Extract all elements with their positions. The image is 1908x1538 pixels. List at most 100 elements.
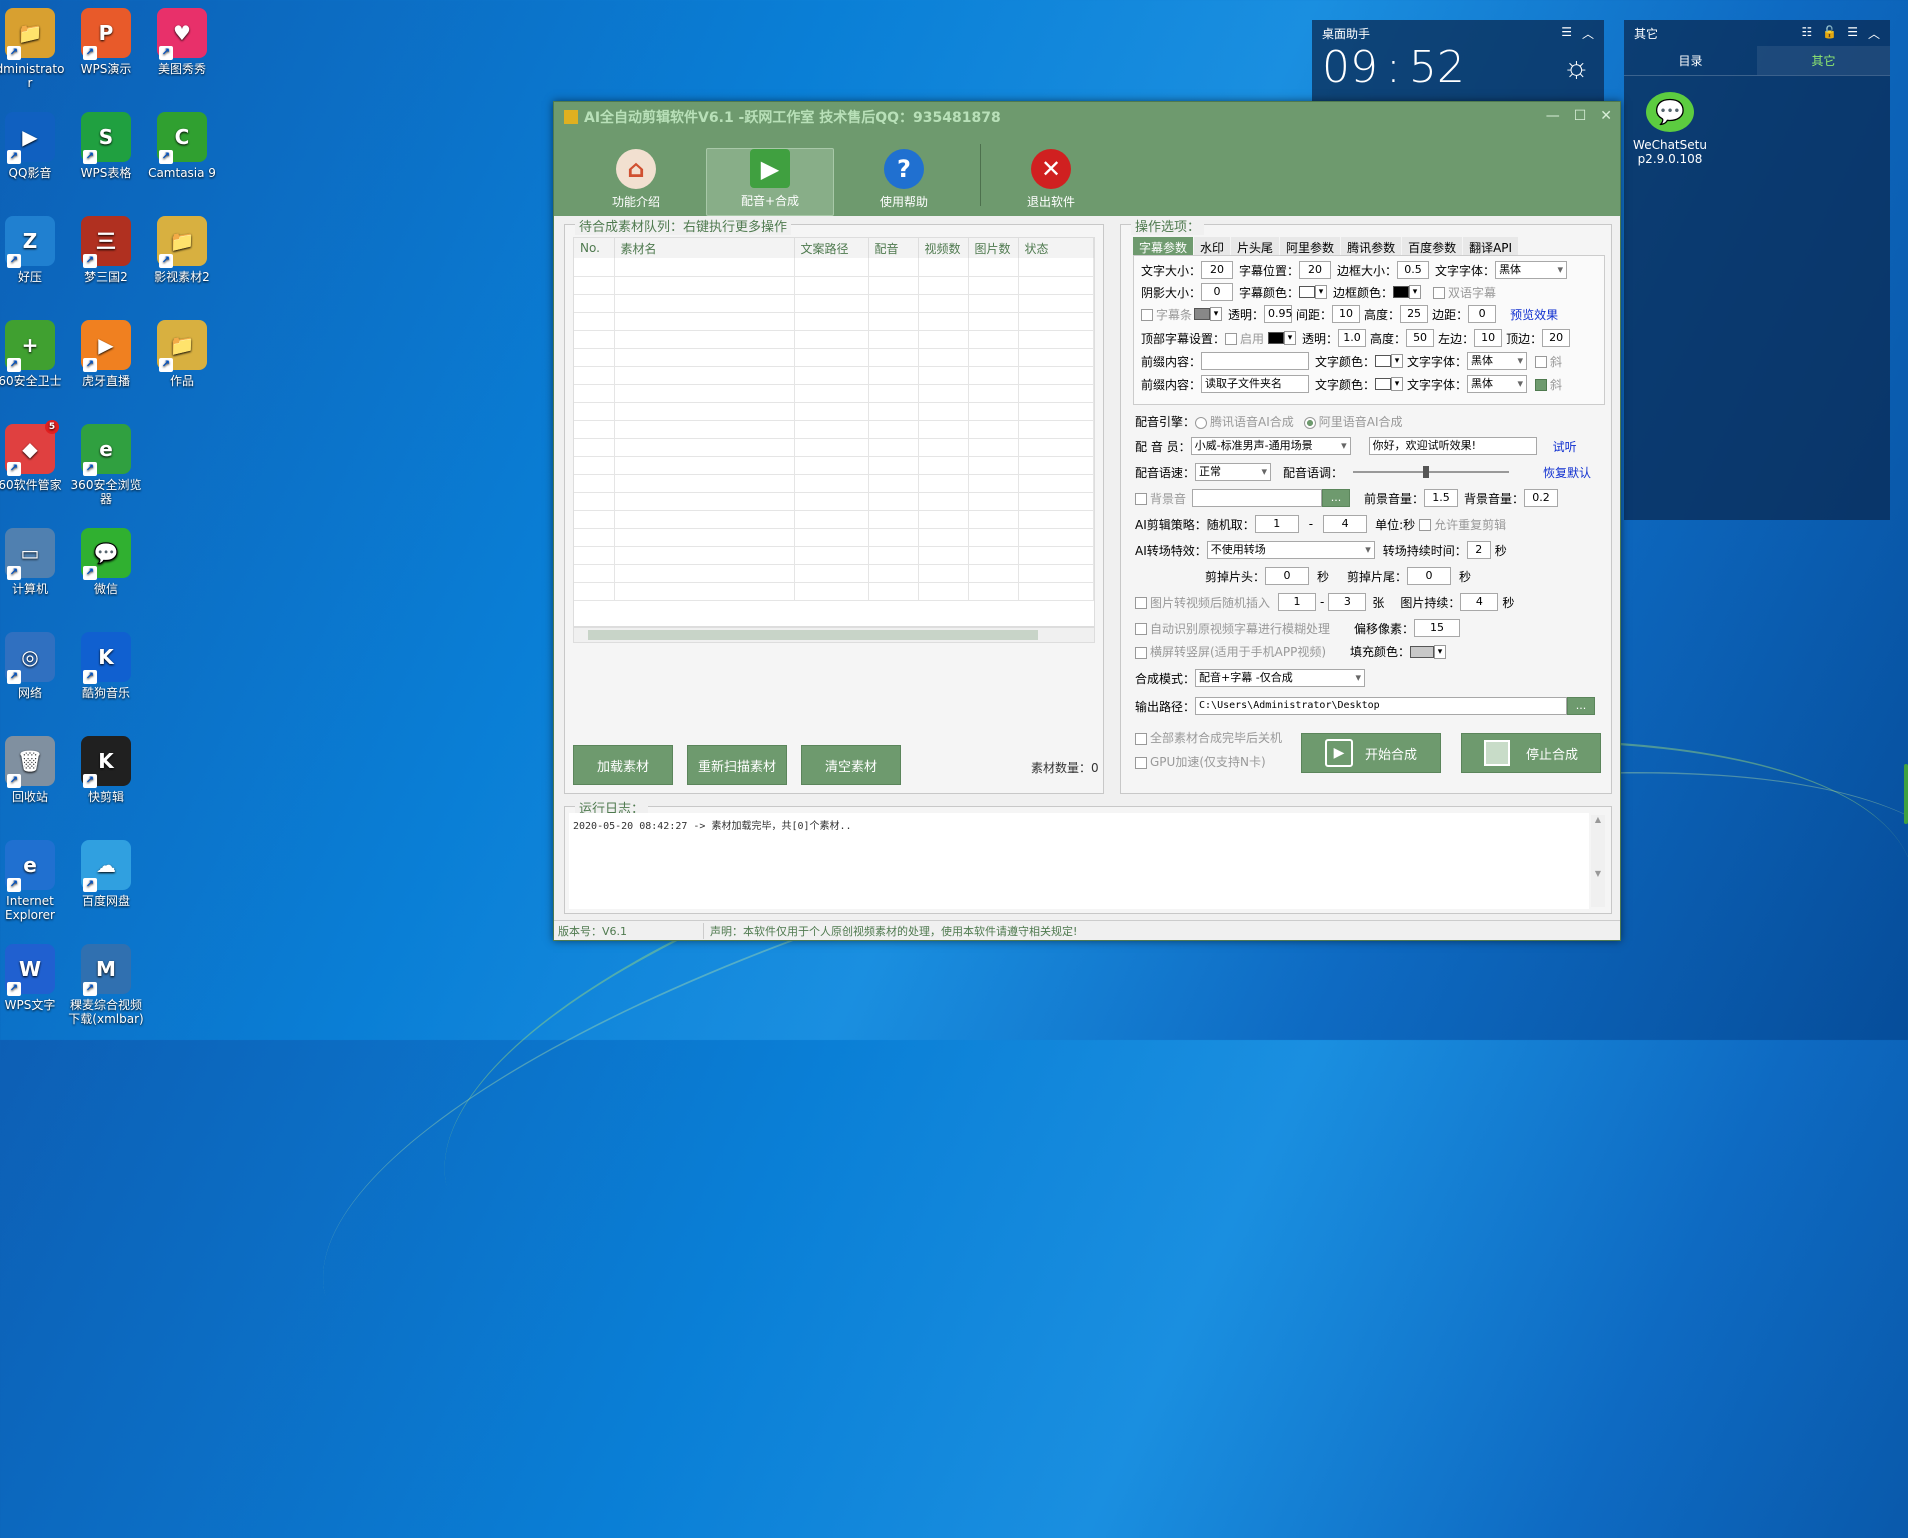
margin-input[interactable]: 0 — [1468, 305, 1497, 323]
allow-repeat-checkbox[interactable]: 允许重复剪辑 — [1419, 516, 1506, 533]
image-duration-input[interactable]: 4 — [1460, 593, 1499, 611]
italic-checkbox[interactable]: 斜 — [1535, 353, 1562, 370]
desktop-icon[interactable]: + ↗ 60安全卫士 — [0, 316, 70, 388]
rescan-material-button[interactable]: 重新扫描素材 — [687, 745, 787, 785]
sub-pos-input[interactable]: 20 — [1299, 261, 1332, 279]
voice-text-input[interactable]: 你好，欢迎试听效果! — [1368, 437, 1537, 455]
table-row[interactable] — [574, 564, 1094, 583]
table-row[interactable] — [574, 528, 1094, 547]
top-color-swatch[interactable] — [1268, 332, 1285, 344]
mode-select[interactable]: 配音+字幕 -仅合成 — [1195, 669, 1366, 687]
desktop-icon[interactable]: 💬 ↗ 微信 — [66, 524, 146, 596]
desktop-icon[interactable]: ◎ ↗ 网络 — [0, 628, 70, 700]
image-insert-checkbox[interactable]: 图片转视频后随机插入 — [1135, 594, 1270, 611]
blur-subtitle-checkbox[interactable]: 自动识别原视频字幕进行模糊处理 — [1135, 620, 1330, 637]
engine-ali-radio[interactable]: 阿里语音AI合成 — [1303, 413, 1403, 430]
desktop-icon[interactable]: K ↗ 快剪辑 — [66, 732, 146, 804]
voice-select[interactable]: 小威-标准男声-通用场景 — [1190, 437, 1351, 455]
desktop-icon[interactable]: ◆ ↗ 5 60软件管家 — [0, 420, 70, 492]
border-size-input[interactable]: 0.5 — [1397, 261, 1430, 279]
shadow-input[interactable]: 0 — [1201, 283, 1234, 301]
stop-compose-button[interactable]: 停止合成 — [1461, 733, 1601, 773]
gpu-checkbox[interactable]: GPU加速(仅支持N卡) — [1135, 753, 1266, 770]
bgm-browse-button[interactable]: ... — [1322, 489, 1351, 507]
subtitle-bar-checkbox[interactable]: 字幕条 — [1141, 306, 1192, 323]
chevron-down-icon[interactable]: ▾ — [1391, 377, 1404, 391]
bgm-checkbox[interactable]: 背景音 — [1135, 490, 1186, 507]
cut-tail-input[interactable]: 0 — [1407, 567, 1452, 585]
collapse-icon[interactable]: ︿ — [1582, 25, 1594, 42]
desktop-icon[interactable]: 三 ↗ 梦三国2 — [66, 212, 146, 284]
desktop-icon[interactable]: ▭ ↗ 计算机 — [0, 524, 70, 596]
gap-input[interactable]: 10 — [1332, 305, 1361, 323]
desktop-icon[interactable]: ▶ ↗ 虎牙直播 — [66, 316, 146, 388]
help-button[interactable]: ? 使用帮助 — [840, 148, 968, 216]
desktop-icon[interactable]: e ↗ 360安全浏览 器 — [66, 420, 146, 506]
table-row[interactable] — [574, 420, 1094, 439]
bgm-path-input[interactable] — [1192, 489, 1323, 507]
height-input[interactable]: 25 — [1400, 305, 1429, 323]
desktop-icon[interactable]: 📁 ↗ 影视素材2 — [142, 212, 222, 284]
transition-duration-input[interactable]: 2 — [1466, 541, 1491, 559]
font-select[interactable]: 黑体 — [1495, 261, 1568, 279]
desktop-icon[interactable]: M ↗ 稞麦综合视频 下载(xmlbar) — [66, 940, 146, 1026]
shutdown-checkbox[interactable]: 全部素材合成完毕后关机 — [1135, 729, 1282, 746]
col-image-count[interactable]: 图片数 — [968, 238, 1019, 258]
image-min-input[interactable]: 1 — [1278, 593, 1317, 611]
table-row[interactable] — [574, 456, 1094, 475]
desktop-icon[interactable]: 🗑 ↗ 回收站 — [0, 732, 70, 804]
desktop-icon[interactable]: 📁 ↗ dministrato r — [0, 4, 70, 90]
desktop-icon[interactable]: ♥ ↗ 美图秀秀 — [142, 4, 222, 76]
border-color-swatch[interactable] — [1393, 286, 1410, 298]
offset-input[interactable]: 15 — [1414, 619, 1461, 637]
desktop-icon[interactable]: 📁 ↗ 作品 — [142, 316, 222, 388]
chevron-down-icon[interactable]: ▾ — [1434, 644, 1447, 659]
queue-table[interactable]: No. 素材名 文案路径 配音 视频数 图片数 状态 — [573, 237, 1095, 627]
table-row[interactable] — [574, 582, 1094, 601]
desktop-icon[interactable]: S ↗ WPS表格 — [66, 108, 146, 180]
table-row[interactable] — [574, 546, 1094, 565]
start-compose-button[interactable]: ▶ 开始合成 — [1301, 733, 1441, 773]
slider-thumb[interactable] — [1423, 466, 1430, 478]
table-row[interactable] — [574, 330, 1094, 349]
prefix-font-select[interactable]: 黑体 — [1467, 352, 1528, 370]
landscape-to-portrait-checkbox[interactable]: 横屏转竖屏(适用于手机APP视频) — [1135, 643, 1326, 660]
left-input[interactable]: 10 — [1474, 329, 1503, 347]
lock-icon[interactable]: 🔓 — [1822, 25, 1837, 42]
table-row[interactable] — [574, 258, 1094, 277]
close-icon[interactable]: ✕ — [1600, 108, 1612, 124]
top-height-input[interactable]: 50 — [1406, 329, 1435, 347]
fill-color-swatch[interactable] — [1410, 645, 1435, 658]
table-row[interactable] — [574, 312, 1094, 331]
chevron-down-icon[interactable]: ▾ — [1391, 354, 1404, 368]
table-row[interactable] — [574, 276, 1094, 295]
output-browse-button[interactable]: ... — [1567, 697, 1596, 715]
col-dub[interactable]: 配音 — [868, 238, 919, 258]
log-text[interactable]: 2020-05-20 08:42:27 -> 素材加载完毕，共[0]个素材.. — [569, 813, 1589, 909]
pitch-slider[interactable] — [1353, 466, 1510, 478]
col-name[interactable]: 素材名 — [614, 238, 795, 258]
table-row[interactable] — [574, 438, 1094, 457]
output-path-input[interactable]: C:\Users\Administrator\Desktop — [1195, 697, 1568, 715]
table-row[interactable] — [574, 294, 1094, 313]
engine-tencent-radio[interactable]: 腾讯语音AI合成 — [1195, 413, 1294, 430]
text-color-swatch[interactable] — [1375, 378, 1392, 390]
fg-vol-input[interactable]: 1.5 — [1424, 489, 1459, 507]
desktop-icon[interactable]: e ↗ Internet Explorer — [0, 836, 70, 922]
tab-other[interactable]: 其它 — [1757, 46, 1890, 75]
wechat-setup-shortcut[interactable]: 💬 WeChatSetu p2.9.0.108 — [1632, 92, 1708, 166]
prefix-input[interactable] — [1201, 352, 1310, 370]
minimize-icon[interactable]: — — [1546, 108, 1560, 124]
clear-material-button[interactable]: 清空素材 — [801, 745, 901, 785]
maximize-icon[interactable]: ☐ — [1574, 108, 1587, 124]
bilingual-checkbox[interactable]: 双语字幕 — [1433, 284, 1496, 301]
reset-link[interactable]: 恢复默认 — [1543, 464, 1591, 481]
bar-color-swatch[interactable] — [1194, 308, 1211, 320]
desktop-icon[interactable]: K ↗ 酷狗音乐 — [66, 628, 146, 700]
table-row[interactable] — [574, 474, 1094, 493]
italic-checkbox[interactable]: 斜 — [1535, 376, 1562, 393]
top-edge-input[interactable]: 20 — [1542, 329, 1571, 347]
top-alpha-input[interactable]: 1.0 — [1338, 329, 1367, 347]
scrollbar-thumb[interactable] — [588, 630, 1038, 640]
table-row[interactable] — [574, 510, 1094, 529]
